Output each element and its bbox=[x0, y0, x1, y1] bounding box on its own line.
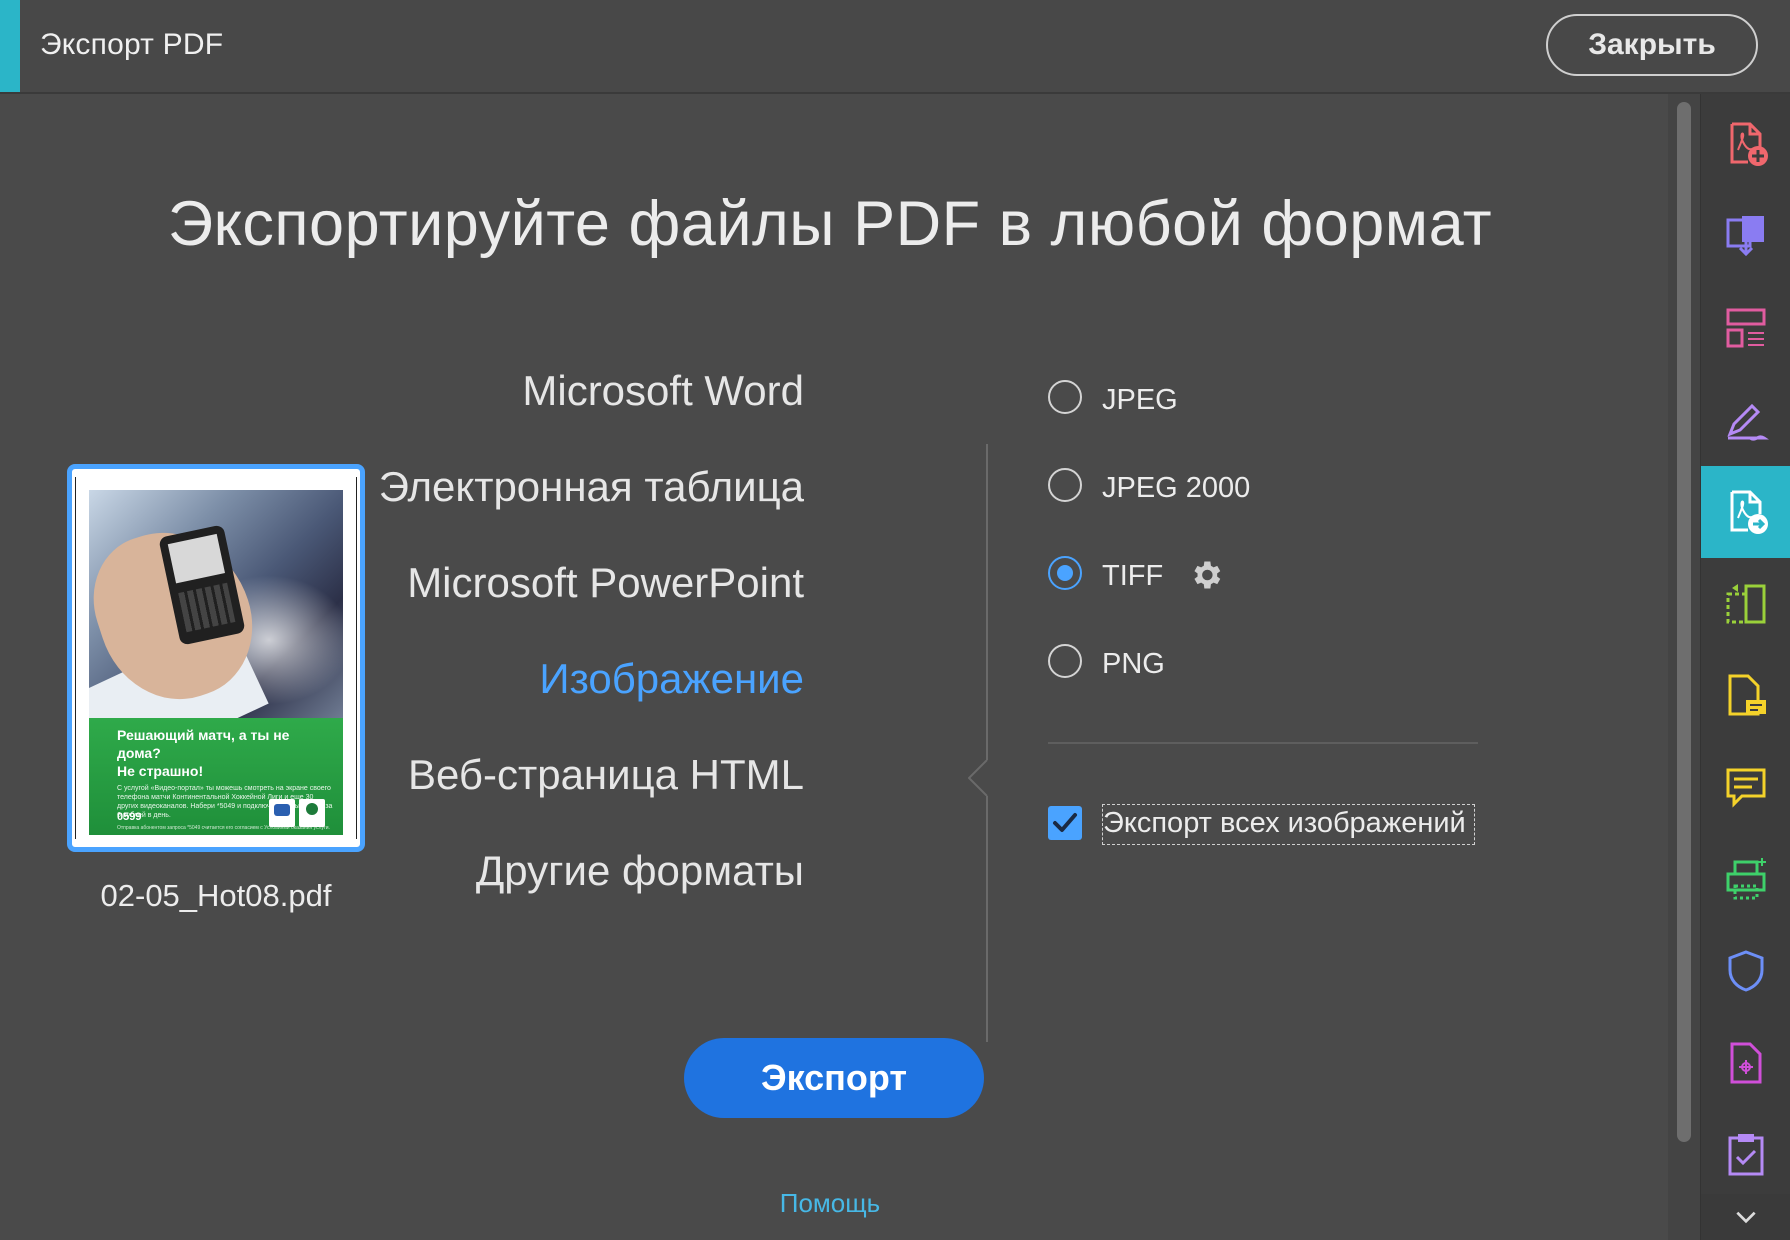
title-accent bbox=[0, 0, 20, 92]
export-all-images-label[interactable]: Экспорт всех изображений bbox=[1102, 804, 1475, 845]
checkmark-icon bbox=[1053, 813, 1077, 832]
promo-subtitle: Не страшно! bbox=[117, 763, 204, 779]
vertical-scrollbar[interactable] bbox=[1668, 94, 1700, 1240]
tool-organize-pages[interactable] bbox=[1701, 282, 1790, 374]
tool-protect[interactable] bbox=[1701, 926, 1790, 1018]
thumbnail-header bbox=[83, 480, 349, 490]
combine-files-icon bbox=[1726, 216, 1764, 257]
options-separator bbox=[1048, 742, 1478, 744]
tool-print-production[interactable] bbox=[1701, 834, 1790, 926]
scrollbar-thumb[interactable] bbox=[1677, 102, 1691, 1142]
tool-certificates[interactable] bbox=[1701, 1110, 1790, 1202]
operator-logo bbox=[299, 799, 325, 827]
crop-mark bbox=[356, 477, 357, 839]
option-label-jpeg: JPEG bbox=[1102, 384, 1178, 416]
title-bar: Экспорт PDF Закрыть bbox=[0, 0, 1790, 94]
format-divider bbox=[986, 444, 988, 1042]
organize-pages-icon bbox=[1726, 308, 1766, 348]
promo-footer: 0599 bbox=[117, 791, 329, 827]
selection-notch bbox=[968, 760, 988, 796]
help-link[interactable]: Помощь bbox=[0, 1188, 1660, 1219]
promo-title: Решающий матч, а ты не дома? bbox=[117, 727, 290, 761]
file-name: 02-05_Hot08.pdf bbox=[100, 878, 332, 913]
send-review-icon bbox=[1728, 674, 1766, 716]
compare-files-icon bbox=[1730, 1042, 1762, 1084]
export-pdf-window: Экспорт PDF Закрыть Экспортируйте файлы … bbox=[0, 0, 1790, 1240]
create-pdf-icon bbox=[1730, 122, 1768, 166]
page-title: Экспортируйте файлы PDF в любой формат bbox=[167, 189, 1493, 259]
khl-logo bbox=[269, 799, 295, 827]
chevron-down-icon bbox=[1736, 1211, 1756, 1224]
crop-mark bbox=[75, 477, 76, 839]
certificates-icon bbox=[1728, 1134, 1764, 1176]
protect-icon bbox=[1728, 950, 1764, 992]
window-title: Экспорт PDF bbox=[40, 28, 224, 61]
close-button[interactable]: Закрыть bbox=[1546, 14, 1758, 76]
option-label-png: PNG bbox=[1102, 648, 1165, 680]
tools-pane bbox=[1700, 94, 1790, 1240]
option-label-tiff: TIFF bbox=[1102, 560, 1164, 592]
format-image[interactable]: Изображение bbox=[539, 655, 804, 703]
phone-screen bbox=[167, 533, 225, 584]
export-button[interactable]: Экспорт bbox=[684, 1038, 984, 1118]
radio-tiff[interactable] bbox=[1048, 556, 1082, 590]
radio-jpeg-2000[interactable] bbox=[1048, 468, 1082, 502]
tool-combine-files[interactable] bbox=[1701, 190, 1790, 282]
tool-comment[interactable] bbox=[1701, 742, 1790, 834]
fill-sign-icon bbox=[1727, 403, 1769, 441]
tool-export-pdf[interactable] bbox=[1701, 466, 1790, 558]
format-spreadsheet[interactable]: Электронная таблица bbox=[379, 463, 804, 511]
format-microsoft-word[interactable]: Microsoft Word bbox=[522, 367, 804, 415]
comment-icon bbox=[1726, 768, 1766, 808]
scan-ocr-icon bbox=[1726, 584, 1766, 624]
format-other-formats[interactable]: Другие форматы bbox=[476, 847, 804, 895]
export-pdf-icon bbox=[1730, 490, 1768, 534]
tools-more-chevron-down-icon[interactable] bbox=[1701, 1194, 1790, 1240]
tool-send-review[interactable] bbox=[1701, 650, 1790, 742]
thumbnail-promo: Решающий матч, а ты не дома? Не страшно!… bbox=[89, 718, 343, 835]
tool-scan-ocr[interactable] bbox=[1701, 558, 1790, 650]
format-html-web-page[interactable]: Веб-страница HTML bbox=[408, 751, 804, 799]
promo-brand: 0599 bbox=[117, 811, 142, 823]
tool-compare-files[interactable] bbox=[1701, 1018, 1790, 1110]
document-thumbnail[interactable]: Решающий матч, а ты не дома? Не страшно!… bbox=[67, 464, 365, 852]
print-production-icon bbox=[1726, 858, 1766, 900]
phone-keys bbox=[178, 582, 236, 633]
radio-png[interactable] bbox=[1048, 644, 1082, 678]
format-microsoft-powerpoint[interactable]: Microsoft PowerPoint bbox=[407, 559, 804, 607]
tool-create-pdf[interactable] bbox=[1701, 98, 1790, 190]
thumbnail-photo bbox=[89, 490, 343, 718]
option-label-jpeg-2000: JPEG 2000 bbox=[1102, 472, 1251, 504]
radio-jpeg[interactable] bbox=[1048, 380, 1082, 414]
thumbnail-page: Решающий матч, а ты не дома? Не страшно!… bbox=[83, 480, 349, 841]
tiff-settings-gear-icon[interactable] bbox=[1188, 557, 1224, 593]
tool-fill-sign[interactable] bbox=[1701, 374, 1790, 466]
export-all-images-checkbox[interactable] bbox=[1048, 806, 1082, 840]
